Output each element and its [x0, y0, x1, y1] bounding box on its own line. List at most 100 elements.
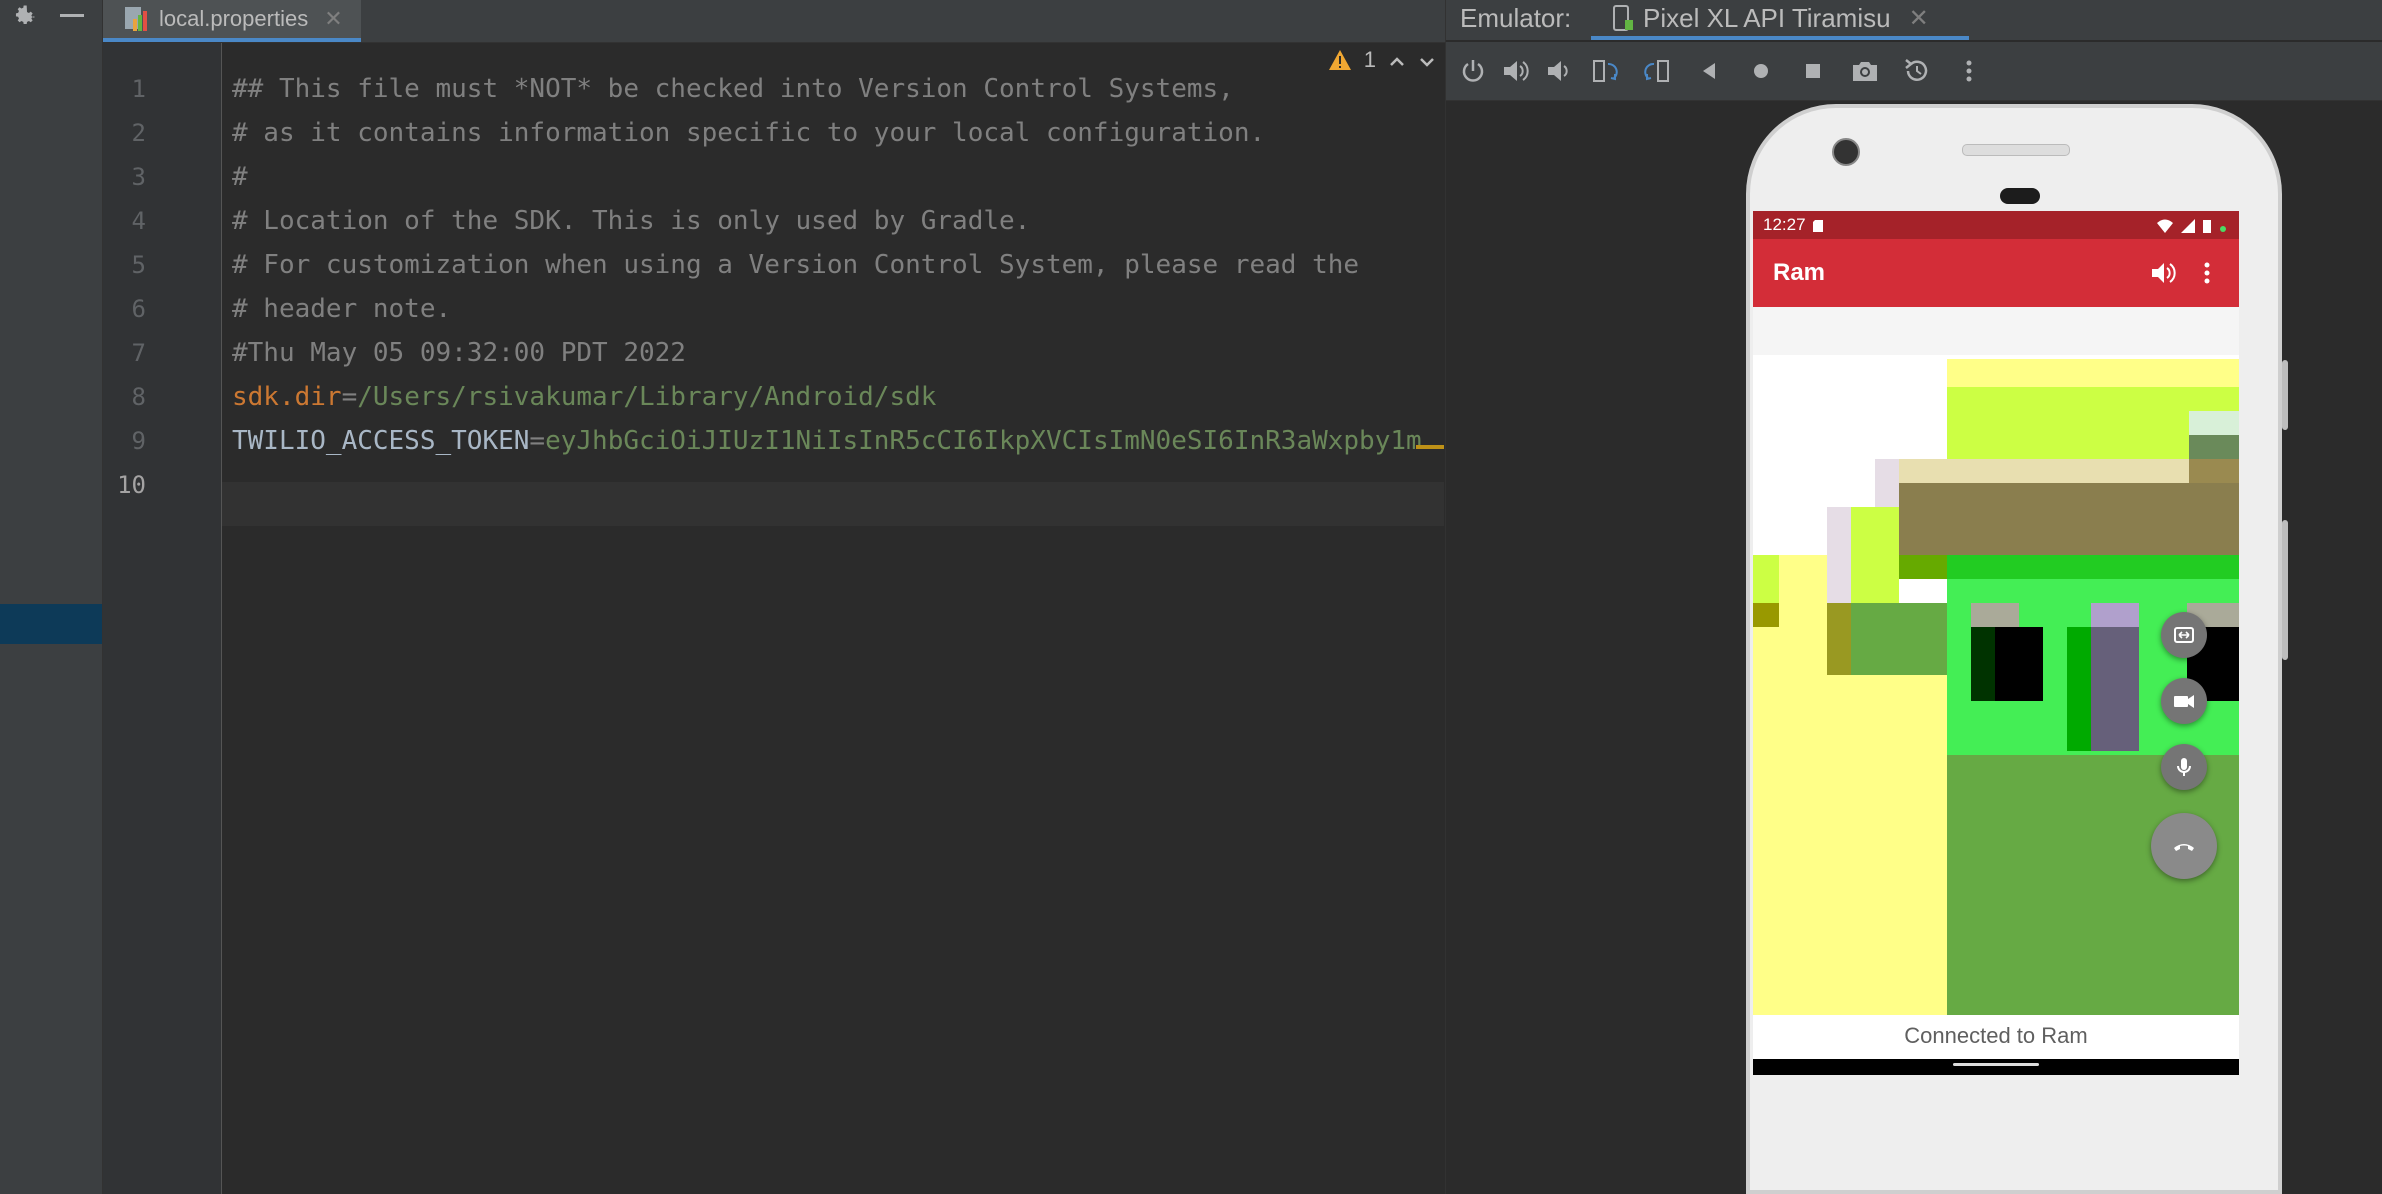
snapshot-icon[interactable]	[1902, 56, 1932, 86]
line-number: 7	[131, 339, 146, 367]
warning-count: 1	[1363, 47, 1376, 72]
code-editor[interactable]: ## This file must *NOT* be checked into …	[222, 43, 1444, 1194]
rotate-right-icon[interactable]	[1642, 56, 1672, 86]
inspection-widget[interactable]: 1	[1328, 47, 1436, 73]
warning-icon	[1328, 49, 1352, 71]
volume-icon[interactable]	[2149, 259, 2177, 287]
line-number: 1	[131, 75, 146, 103]
emulator-title: Emulator:	[1460, 3, 1572, 33]
gear-icon[interactable]	[10, 2, 38, 30]
phone-speaker	[1962, 144, 2070, 156]
status-bar: 12:27	[1753, 211, 2239, 239]
code-line: ## This file must *NOT* be checked into …	[232, 74, 1234, 104]
status-dot-icon	[2219, 218, 2227, 238]
overview-icon[interactable]	[1798, 56, 1828, 86]
wifi-icon	[2157, 218, 2173, 238]
video-pixel-block	[2067, 627, 2091, 751]
line-number: 5	[131, 251, 146, 279]
video-pixel-block	[1971, 627, 1995, 701]
video-pixel-block	[1827, 603, 1851, 675]
phone-side-button[interactable]	[2282, 360, 2288, 430]
video-pixel-block	[1753, 555, 1779, 603]
tab-label: local.properties	[159, 6, 309, 31]
line-number: 9	[131, 427, 146, 455]
tree-selection-highlight	[0, 604, 102, 644]
chevron-up-icon[interactable]	[1388, 51, 1406, 69]
video-pixel-block	[1947, 555, 2239, 579]
video-pixel-block	[2189, 459, 2239, 483]
rotate-left-icon[interactable]	[1590, 56, 1620, 86]
microphone-icon	[2177, 758, 2191, 776]
line-number: 2	[131, 119, 146, 147]
line-number-current: 10	[117, 471, 146, 499]
end-call-button[interactable]	[2151, 813, 2217, 879]
app-subbar	[1753, 307, 2239, 355]
line-number: 3	[131, 163, 146, 191]
property-key: sdk.dir	[232, 382, 342, 412]
phone-side-button[interactable]	[2282, 520, 2288, 660]
code-line: # header note.	[232, 294, 452, 324]
close-icon[interactable]: ✕	[324, 6, 342, 32]
switch-camera-button[interactable]	[2161, 612, 2207, 658]
navigation-bar	[1753, 1059, 2239, 1075]
video-pixel-block	[2091, 627, 2139, 751]
line-number: 6	[131, 295, 146, 323]
chevron-down-icon[interactable]	[1418, 51, 1436, 69]
video-pixel-block	[1899, 459, 2189, 483]
video-pixel-block	[1827, 507, 1851, 603]
video-pixel-block	[1947, 755, 2239, 1015]
status-time: 12:27	[1763, 215, 1806, 234]
video-pixel-block	[1899, 555, 1947, 579]
video-pixel-block	[1875, 459, 1901, 507]
left-tool-strip	[0, 0, 103, 1194]
emulator-toolbar	[1446, 42, 2382, 101]
volume-up-icon[interactable]	[1500, 56, 1530, 86]
property-value: /Users/rsivakumar/Library/Android/sdk	[357, 382, 937, 412]
code-line-token: TWILIO_ACCESS_TOKEN=eyJhbGciOiJIUzI1NiIs…	[232, 419, 1422, 463]
video-toggle-button[interactable]	[2161, 678, 2207, 724]
phone-screen[interactable]: 12:27 Ram Connected to Ram	[1753, 211, 2239, 1075]
home-icon[interactable]	[1746, 56, 1776, 86]
code-line: # For customization when using a Version…	[232, 250, 1360, 280]
back-icon[interactable]	[1694, 56, 1724, 86]
video-pixel-block	[2091, 603, 2139, 627]
editor-tab-bar: local.properties ✕	[103, 0, 1445, 43]
volume-down-icon[interactable]	[1542, 56, 1572, 86]
home-handle[interactable]	[1953, 1063, 2039, 1066]
video-pixel-block	[1753, 603, 1779, 627]
property-separator: =	[341, 382, 358, 412]
video-pixel-block	[1971, 603, 2019, 627]
front-camera	[1832, 138, 1860, 166]
line-number-gutter: 1 2 3 4 5 6 7 8 9 10	[103, 43, 222, 1194]
line-number: 8	[131, 383, 146, 411]
code-line: # as it contains information specific to…	[232, 118, 1266, 148]
close-icon[interactable]: ✕	[1909, 4, 1929, 33]
phone-sensor	[2000, 188, 2040, 204]
emulator-tab-label: Pixel XL API Tiramisu	[1643, 2, 1891, 33]
power-icon[interactable]	[1458, 56, 1488, 86]
mute-button[interactable]	[2161, 744, 2207, 790]
line-number: 4	[131, 207, 146, 235]
tab-pixel-xl[interactable]: Pixel XL API Tiramisu ✕	[1591, 0, 1969, 40]
switch-camera-icon	[2174, 627, 2194, 643]
screenshot-icon[interactable]	[1850, 56, 1880, 86]
video-pixel-block	[2189, 411, 2239, 435]
call-status-text: Connected to Ram	[1904, 1023, 2088, 1048]
current-line-highlight	[222, 482, 1444, 526]
minimize-icon[interactable]	[60, 14, 84, 17]
code-line: # Location of the SDK. This is only used…	[232, 206, 1031, 236]
video-camera-icon	[2174, 695, 2194, 708]
video-pixel-block	[1851, 507, 1899, 603]
sd-card-icon	[1812, 218, 1824, 232]
emulator-header: Emulator: Pixel XL API Tiramisu ✕	[1446, 0, 2382, 40]
video-pixel-block	[1899, 483, 2239, 555]
code-line: #Thu May 05 09:32:00 PDT 2022	[232, 338, 686, 368]
warning-marker[interactable]	[1416, 445, 1444, 449]
tab-local-properties[interactable]: local.properties ✕	[103, 0, 361, 42]
more-icon[interactable]	[2193, 259, 2221, 287]
more-icon[interactable]	[1954, 56, 1984, 86]
end-call-icon	[2174, 844, 2194, 851]
video-pixel-block	[2189, 435, 2239, 459]
device-icon	[1611, 4, 1635, 32]
property-separator: =	[529, 426, 546, 456]
